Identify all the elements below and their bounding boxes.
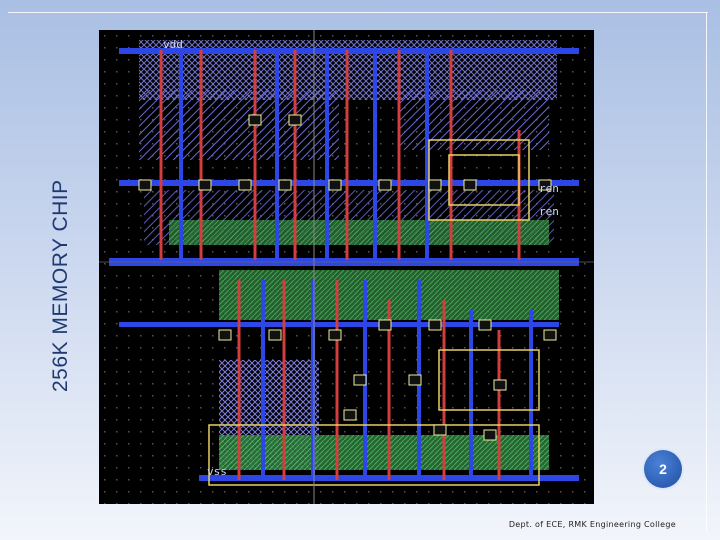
frame-line-top bbox=[8, 12, 708, 13]
layout-label-ren-2: ren bbox=[539, 205, 559, 218]
layout-label-vss: vss bbox=[207, 465, 227, 478]
frame-line-right bbox=[706, 12, 707, 532]
page-number-badge: 2 bbox=[644, 450, 682, 488]
layout-drawing: vdd ren ren vss bbox=[99, 30, 594, 504]
footer-text: Dept. of ECE, RMK Engineering College bbox=[508, 520, 676, 529]
chip-layout-image: vdd ren ren vss bbox=[99, 30, 594, 504]
layout-label-vdd: vdd bbox=[163, 38, 183, 51]
layout-label-ren-1: ren bbox=[539, 182, 559, 195]
slide-title: 256K MEMORY CHIP bbox=[49, 179, 72, 392]
